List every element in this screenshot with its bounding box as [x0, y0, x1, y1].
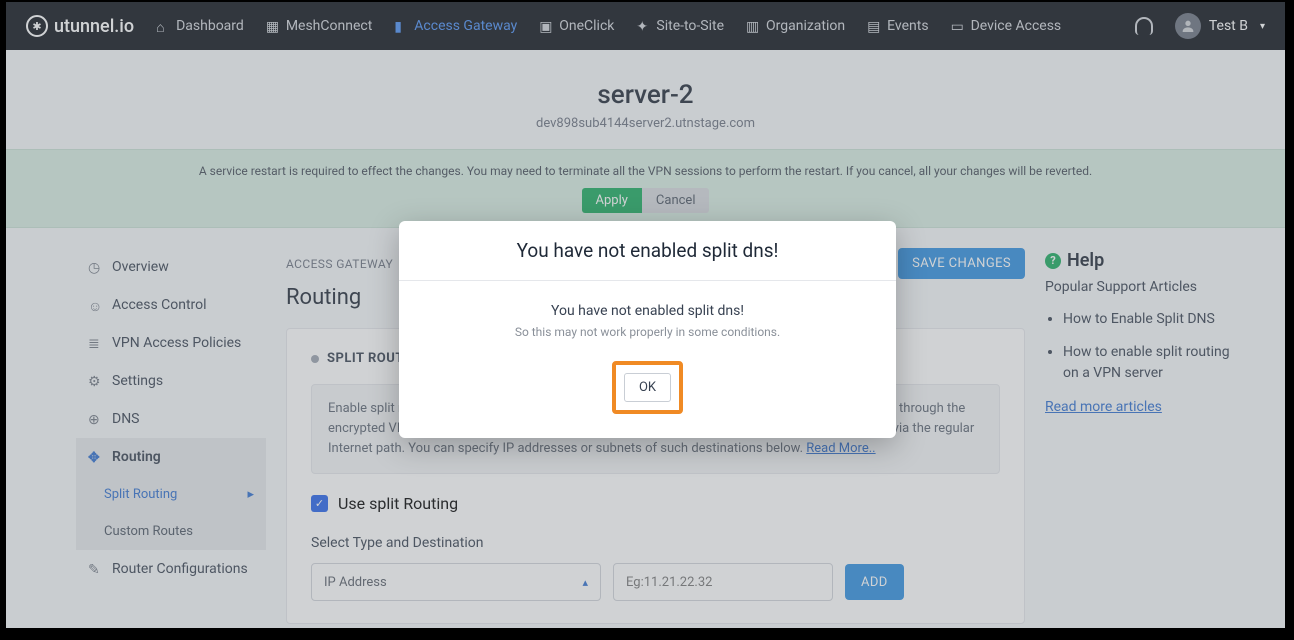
modal-title: You have not enabled split dns!	[399, 221, 896, 281]
modal-line2: So this may not work properly in some co…	[419, 325, 876, 339]
ok-highlight: OK	[612, 361, 683, 414]
ok-button[interactable]: OK	[624, 373, 671, 402]
modal-line1: You have not enabled split dns!	[419, 303, 876, 319]
split-dns-modal: You have not enabled split dns! You have…	[399, 221, 896, 438]
